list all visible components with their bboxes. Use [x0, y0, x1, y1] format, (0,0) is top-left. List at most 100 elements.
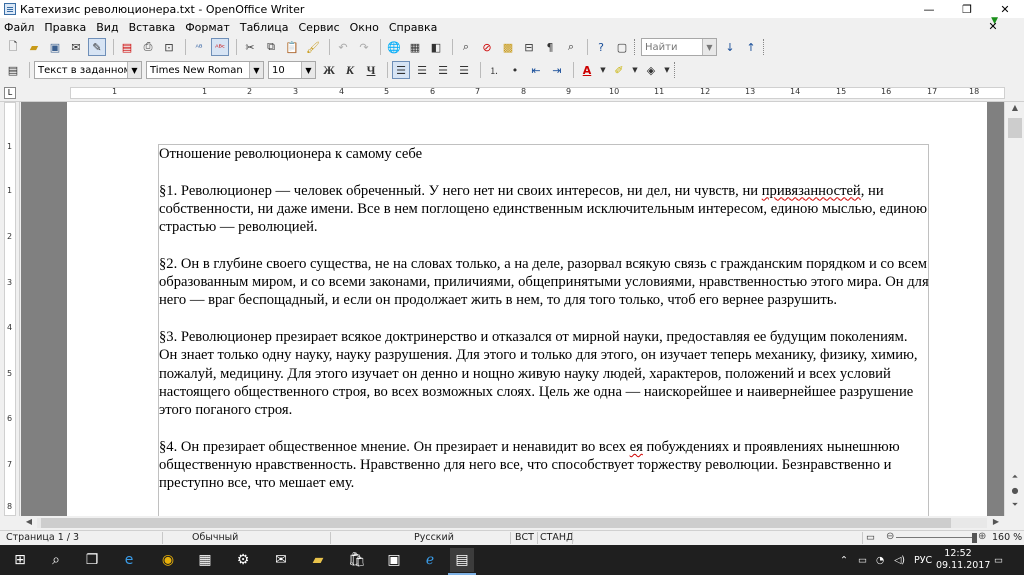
print-preview-icon[interactable]: ⊡: [160, 38, 178, 56]
underline-button[interactable]: Ч: [362, 61, 380, 79]
search-icon[interactable]: ⌕: [44, 548, 68, 572]
windows-start-icon[interactable]: ⊞: [8, 548, 32, 572]
autospellcheck-icon[interactable]: ᴬᴮᶜ: [211, 38, 229, 56]
next-page-icon[interactable]: ⏷: [1007, 500, 1023, 514]
bullets-icon[interactable]: •: [506, 61, 524, 79]
menu-table[interactable]: Таблица: [240, 21, 289, 34]
scroll-right-icon[interactable]: ▶: [989, 517, 1003, 529]
email-icon[interactable]: ✉: [67, 38, 85, 56]
horizontal-ruler[interactable]: L 1 1 2 3 4 5 6 7 8 9 10 11 12 13 14 15 …: [0, 84, 1024, 102]
zoom-icon[interactable]: ⌕: [562, 38, 580, 56]
chrome-icon[interactable]: ◉: [156, 548, 180, 572]
styles-formatting-icon[interactable]: ▤: [4, 61, 22, 79]
page-style[interactable]: Обычный: [192, 532, 238, 545]
view-layout-icon[interactable]: ▭: [866, 532, 875, 545]
vertical-ruler[interactable]: 1 1 2 3 4 5 6 7 8: [0, 102, 20, 516]
menu-tools[interactable]: Сервис: [299, 21, 340, 34]
scroll-up-icon[interactable]: ▲: [1007, 103, 1023, 117]
store-icon[interactable]: 🛍: [345, 548, 369, 572]
document-page[interactable]: Отношение революционера к самому себе §1…: [67, 102, 987, 516]
formatting-marks-icon[interactable]: ¶: [541, 38, 559, 56]
task-view-icon[interactable]: ❐: [80, 548, 104, 572]
notifications-icon[interactable]: ▭: [994, 545, 1003, 575]
copy-icon[interactable]: ⧉: [262, 38, 280, 56]
tab-selector-icon[interactable]: L: [4, 87, 16, 99]
language-status[interactable]: Русский: [414, 532, 454, 545]
bold-button[interactable]: Ж: [320, 61, 338, 79]
numbering-icon[interactable]: ⒈: [485, 61, 503, 79]
export-pdf-icon[interactable]: ▤: [118, 38, 136, 56]
menu-format[interactable]: Формат: [185, 21, 230, 34]
app-icon[interactable]: ▣: [382, 548, 406, 572]
calculator-icon[interactable]: ▦: [193, 548, 217, 572]
chevron-down-icon[interactable]: ▼: [631, 61, 639, 79]
show-draw-functions-icon[interactable]: ◧: [427, 38, 445, 56]
edit-mode-icon[interactable]: ✎: [88, 38, 106, 56]
menu-file[interactable]: Файл: [4, 21, 34, 34]
font-color-icon[interactable]: A: [578, 61, 596, 79]
paragraph-style-select[interactable]: Текст в заданном фор ▼: [34, 61, 142, 79]
clock[interactable]: 12:52 09.11.2017: [936, 548, 990, 572]
cut-icon[interactable]: ✂: [241, 38, 259, 56]
font-size-select[interactable]: 10 ▼: [268, 61, 316, 79]
decrease-indent-icon[interactable]: ⇤: [527, 61, 545, 79]
find-input[interactable]: Найти ▼: [641, 38, 717, 56]
paste-icon[interactable]: 📋: [283, 38, 301, 56]
highlighting-icon[interactable]: ✐: [610, 61, 628, 79]
spellcheck-icon[interactable]: ᴬᴮ: [190, 38, 208, 56]
data-sources-icon[interactable]: ⊟: [520, 38, 538, 56]
increase-indent-icon[interactable]: ⇥: [548, 61, 566, 79]
binoculars-icon[interactable]: ⌕: [457, 38, 475, 56]
help-icon[interactable]: ?: [592, 38, 610, 56]
restore-button[interactable]: ❐: [948, 0, 986, 18]
hyperlink-icon[interactable]: 🌐: [385, 38, 403, 56]
align-left-icon[interactable]: ☰: [392, 61, 410, 79]
find-previous-icon[interactable]: ↑: [742, 38, 760, 56]
toolbar-grip[interactable]: [763, 39, 766, 55]
previous-page-icon[interactable]: ⏶: [1007, 472, 1023, 486]
chevron-down-icon[interactable]: ▼: [702, 39, 716, 55]
find-next-icon[interactable]: ↓: [721, 38, 739, 56]
new-document-icon[interactable]: 🗋: [4, 38, 22, 56]
navigator-icon[interactable]: ⊘: [478, 38, 496, 56]
whats-this-icon[interactable]: ▢: [613, 38, 631, 56]
minimize-button[interactable]: —: [910, 0, 948, 18]
open-folder-icon[interactable]: ▰: [25, 38, 43, 56]
scrollbar-thumb[interactable]: [1008, 118, 1022, 138]
mail-icon[interactable]: ✉: [269, 548, 293, 572]
toolbar-grip[interactable]: [674, 62, 677, 78]
spelling-error[interactable]: ея: [630, 439, 643, 455]
close-document-button[interactable]: ✕: [986, 20, 1000, 34]
network-icon[interactable]: ◔: [876, 545, 884, 575]
selection-mode[interactable]: СТАНД: [540, 532, 574, 545]
font-name-select[interactable]: Times New Roman ▼: [146, 61, 264, 79]
navigation-icon[interactable]: ●: [1007, 486, 1023, 500]
menu-window[interactable]: Окно: [350, 21, 379, 34]
ie-icon[interactable]: ℯ: [418, 548, 442, 572]
gallery-icon[interactable]: ▩: [499, 38, 517, 56]
settings-icon[interactable]: ⚙: [231, 548, 255, 572]
chevron-down-icon[interactable]: ▼: [127, 62, 141, 78]
edge-browser-icon[interactable]: e: [117, 548, 141, 572]
undo-icon[interactable]: ↶: [334, 38, 352, 56]
chevron-down-icon[interactable]: ▼: [249, 62, 263, 78]
italic-button[interactable]: К: [341, 61, 359, 79]
menu-insert[interactable]: Вставка: [129, 21, 176, 34]
document-text[interactable]: Отношение революционера к самому себе §1…: [159, 145, 929, 493]
page-count[interactable]: Страница 1 / 3: [6, 532, 79, 545]
zoom-out-icon[interactable]: ⊖: [886, 531, 894, 542]
battery-icon[interactable]: ▭: [858, 545, 867, 575]
redo-icon[interactable]: ↷: [355, 38, 373, 56]
explorer-folder-icon[interactable]: ▰: [306, 548, 330, 572]
format-paintbrush-icon[interactable]: 🖌: [304, 38, 322, 56]
tray-chevron-icon[interactable]: ⌃: [840, 545, 848, 575]
chevron-down-icon[interactable]: ▼: [663, 61, 671, 79]
spelling-error[interactable]: привязанностей: [762, 183, 861, 199]
zoom-level[interactable]: 160 %: [992, 532, 1022, 545]
print-icon[interactable]: ⎙: [139, 38, 157, 56]
menu-help[interactable]: Справка: [389, 21, 437, 34]
volume-icon[interactable]: ◁): [894, 545, 905, 575]
background-color-icon[interactable]: ◈: [642, 61, 660, 79]
keyboard-language[interactable]: РУС: [914, 545, 932, 575]
zoom-slider[interactable]: ⊖ ⊕: [884, 531, 986, 543]
